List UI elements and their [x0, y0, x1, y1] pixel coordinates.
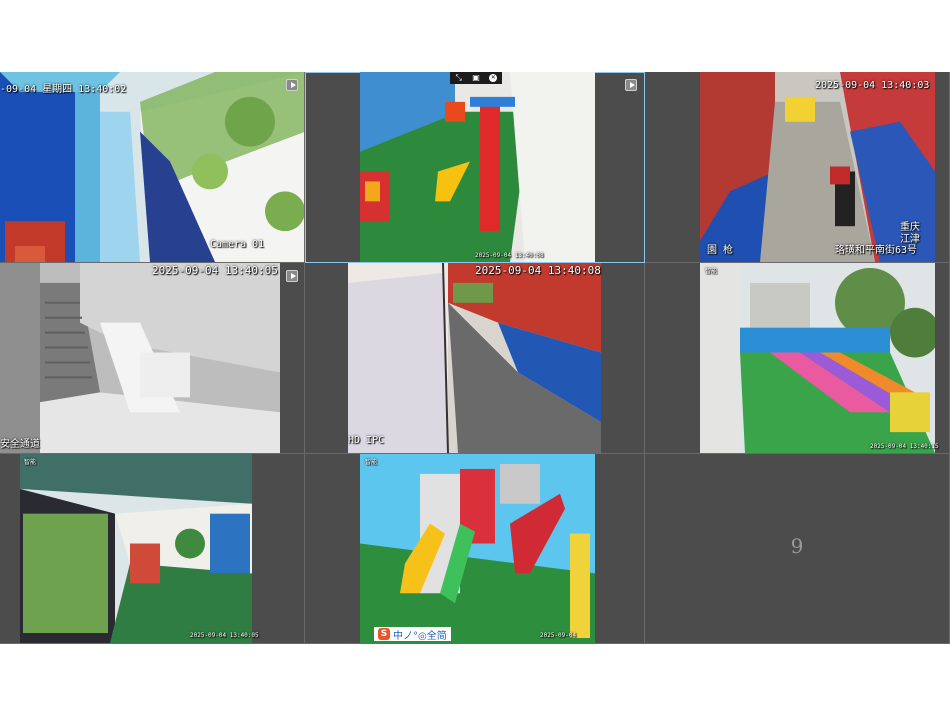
camera-tile-7[interactable]: 智能 2025-09-04 13:40:05	[0, 454, 305, 644]
camera-4-datetime: 2025-09-04 13:40:05	[152, 264, 278, 277]
camera-1-datetime: -09-04 星期四 13:40:02	[0, 84, 127, 95]
camera-2-toolbar: ⤡ ▣ ✕	[450, 72, 502, 84]
camera-2-datetime: 2025-09-04 13:40:08	[475, 252, 544, 259]
camera-3-label: 園 枪	[707, 245, 734, 256]
camera-8-tag: 智能	[365, 459, 378, 466]
camera-1-label: Camera 01	[210, 239, 265, 250]
camera-tile-1[interactable]: -09-04 星期四 13:40:02 Camera 01	[0, 72, 305, 263]
close-icon[interactable]: ✕	[489, 74, 498, 82]
brand-logo-icon: S	[378, 628, 390, 640]
camera-feed-2	[360, 72, 595, 262]
brand-watermark: S 中ノ°◎全简	[374, 627, 451, 642]
camera-feed-8	[360, 454, 595, 643]
camera-tile-9-empty[interactable]: 9	[645, 454, 950, 644]
camera-3-address: 珞璜和平南街63号	[835, 245, 918, 256]
camera-tile-3[interactable]: 2025-09-04 13:40:03 重庆 江津 珞璜和平南街63号 園 枪	[645, 72, 950, 263]
camera-6-datetime: 2025-09-04 13:40:15	[870, 443, 939, 450]
camera-feed-1	[0, 72, 304, 262]
record-icon[interactable]: ▣	[472, 74, 480, 82]
camera-7-datetime: 2025-09-04 13:40:05	[190, 632, 259, 639]
empty-slot-number: 9	[790, 534, 804, 558]
camera-7-tag: 智能	[24, 459, 37, 466]
play-icon[interactable]	[286, 79, 298, 91]
play-icon[interactable]	[625, 79, 637, 91]
camera-5-label: HD IPC	[348, 435, 385, 446]
camera-feed-5	[348, 263, 601, 453]
camera-feed-6	[700, 263, 935, 453]
camera-8-datetime: 2025-09-04	[540, 632, 577, 639]
camera-feed-4	[0, 263, 280, 453]
camera-feed-7	[20, 454, 252, 643]
camera-3-datetime: 2025-09-04 13:40:03	[815, 80, 930, 91]
play-icon[interactable]	[286, 270, 298, 282]
camera-tile-8[interactable]: 智能 2025-09-04 S 中ノ°◎全简	[305, 454, 645, 644]
camera-4-label: 安全通道	[0, 439, 40, 450]
camera-6-tag: 智能	[705, 268, 718, 275]
camera-grid: -09-04 星期四 13:40:02 Camera 01 ⤡ ▣ ✕ 2025…	[0, 72, 950, 644]
brand-text: 中ノ°◎全简	[393, 630, 447, 642]
camera-tile-5[interactable]: 2025-09-04 13:40:08 HD IPC	[305, 263, 645, 454]
camera-5-datetime: 2025-09-04 13:40:08	[475, 264, 601, 277]
capture-icon[interactable]: ⤡	[455, 74, 463, 82]
camera-tile-2[interactable]: ⤡ ▣ ✕ 2025-09-04 13:40:08	[305, 72, 645, 263]
camera-tile-6[interactable]: 智能 2025-09-04 13:40:15	[645, 263, 950, 454]
camera-tile-4[interactable]: 2025-09-04 13:40:05 安全通道	[0, 263, 305, 454]
